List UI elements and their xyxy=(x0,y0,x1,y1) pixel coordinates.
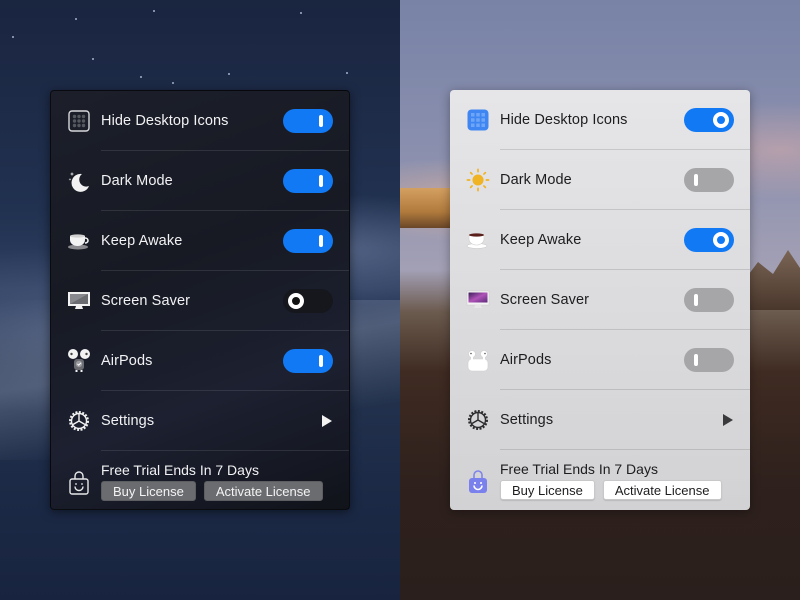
menu-item-airpods[interactable]: AirPods xyxy=(450,330,750,390)
menu-panel-dark: Hide Desktop Icons Dark Mode Keep Awake … xyxy=(50,90,350,510)
star xyxy=(140,76,142,78)
star xyxy=(228,73,230,75)
star xyxy=(346,72,348,74)
menu-item-screen-saver[interactable]: Screen Saver xyxy=(51,271,349,331)
menu-item-label: Keep Awake xyxy=(101,233,183,249)
keep-awake-toggle[interactable] xyxy=(684,228,734,252)
triangle-right-icon xyxy=(723,414,733,426)
grid-icon xyxy=(466,108,490,132)
screen-saver-toggle[interactable] xyxy=(684,288,734,312)
coffee-cup-icon xyxy=(466,228,490,252)
buy-license-button[interactable]: Buy License xyxy=(500,480,595,500)
menu-item-label: Keep Awake xyxy=(500,232,582,248)
menu-item-hide-desktop-icons[interactable]: Hide Desktop Icons xyxy=(51,91,349,151)
menu-item-label: Screen Saver xyxy=(101,293,191,309)
activate-license-button[interactable]: Activate License xyxy=(602,480,722,500)
menu-item-label: Screen Saver xyxy=(500,292,590,308)
menu-item-keep-awake[interactable]: Keep Awake xyxy=(51,211,349,271)
menu-item-settings[interactable]: Settings xyxy=(450,390,750,450)
airpods-toggle[interactable] xyxy=(283,349,333,373)
gear-icon xyxy=(466,408,490,432)
buy-license-button[interactable]: Buy License xyxy=(101,481,196,501)
menu-item-dark-mode[interactable]: Dark Mode xyxy=(51,151,349,211)
coffee-cup-icon xyxy=(67,229,91,253)
menu-item-screen-saver[interactable]: Screen Saver xyxy=(450,270,750,330)
triangle-right-icon xyxy=(322,415,332,427)
activate-license-button[interactable]: Activate License xyxy=(203,481,323,501)
star xyxy=(300,12,302,14)
trial-footer: Free Trial Ends In 7 Days Buy License Ac… xyxy=(450,450,750,510)
menu-item-keep-awake[interactable]: Keep Awake xyxy=(450,210,750,270)
star xyxy=(172,82,174,84)
shopping-bag-icon xyxy=(67,471,91,495)
menu-item-label: Settings xyxy=(500,412,554,428)
star xyxy=(153,10,155,12)
dark-mode-toggle[interactable] xyxy=(684,168,734,192)
keep-awake-toggle[interactable] xyxy=(283,229,333,253)
screen-saver-toggle[interactable] xyxy=(283,289,333,313)
grid-icon xyxy=(67,109,91,133)
moon-icon xyxy=(67,169,91,193)
menu-item-label: AirPods xyxy=(101,353,153,369)
menu-item-label: Settings xyxy=(101,413,155,429)
monitor-icon xyxy=(67,289,91,313)
hide-desktop-icons-toggle[interactable] xyxy=(684,108,734,132)
star xyxy=(75,18,77,20)
menu-item-hide-desktop-icons[interactable]: Hide Desktop Icons xyxy=(450,90,750,150)
trial-status-text: Free Trial Ends In 7 Days xyxy=(101,462,259,478)
airpods-toggle[interactable] xyxy=(684,348,734,372)
gear-icon xyxy=(67,409,91,433)
star xyxy=(92,58,94,60)
menu-item-label: Hide Desktop Icons xyxy=(101,113,229,129)
sun-icon xyxy=(466,168,490,192)
menu-item-label: AirPods xyxy=(500,352,552,368)
airpods-icon xyxy=(466,348,490,372)
star xyxy=(12,36,14,38)
monitor-icon xyxy=(466,288,490,312)
license-buttons: Buy License Activate License xyxy=(101,481,323,501)
menu-item-label: Dark Mode xyxy=(500,172,572,188)
airpods-icon xyxy=(67,349,91,373)
menu-panel-light: Hide Desktop Icons Dark Mode Keep Awake … xyxy=(450,90,750,510)
shopping-bag-icon xyxy=(466,470,490,494)
trial-status-text: Free Trial Ends In 7 Days xyxy=(500,461,658,477)
menu-item-airpods[interactable]: AirPods xyxy=(51,331,349,391)
menu-item-dark-mode[interactable]: Dark Mode xyxy=(450,150,750,210)
trial-footer: Free Trial Ends In 7 Days Buy License Ac… xyxy=(51,451,349,509)
menu-item-label: Dark Mode xyxy=(101,173,173,189)
menu-item-settings[interactable]: Settings xyxy=(51,391,349,451)
hide-desktop-icons-toggle[interactable] xyxy=(283,109,333,133)
dark-mode-toggle[interactable] xyxy=(283,169,333,193)
license-buttons: Buy License Activate License xyxy=(500,480,722,500)
menu-item-label: Hide Desktop Icons xyxy=(500,112,628,128)
